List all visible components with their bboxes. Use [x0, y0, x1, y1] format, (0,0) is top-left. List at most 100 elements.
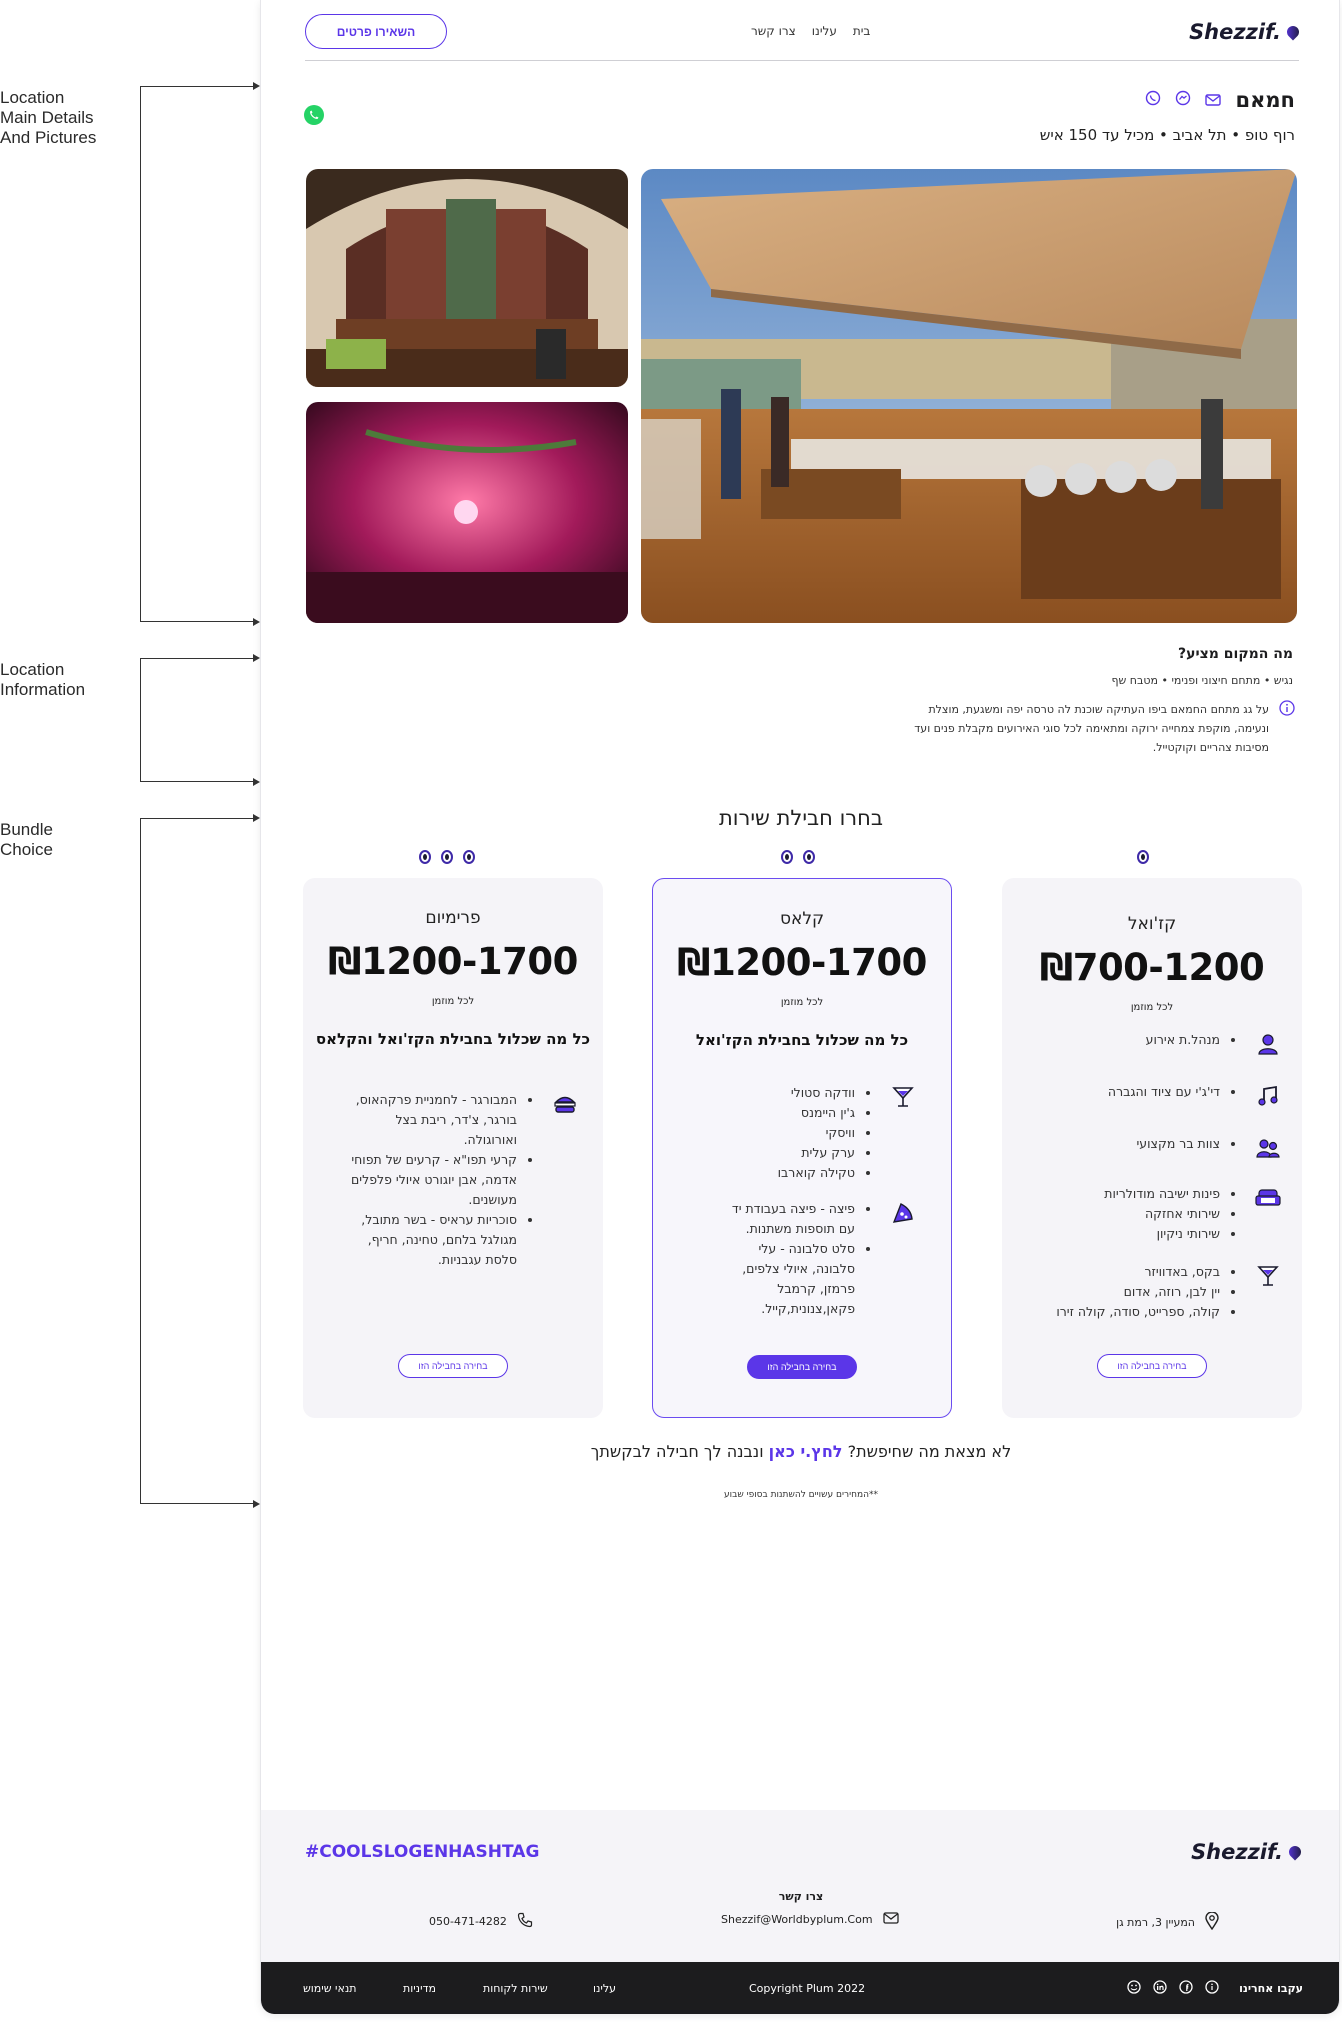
- annotation-bracket-main: [140, 86, 258, 622]
- leave-details-button[interactable]: השאירו פרטים: [305, 14, 447, 49]
- feature-item: המבורגר - לחמניית פרקהאוס, בורגר, צ'דר, …: [345, 1090, 517, 1150]
- annotation-bracket-info: [140, 658, 258, 782]
- whatsapp-icon[interactable]: [1145, 90, 1161, 110]
- bundle-title: קלאס: [779, 909, 825, 929]
- choose-casual-button[interactable]: בחירה בחבילה הזו: [1097, 1354, 1207, 1378]
- nav-contact[interactable]: צרו קשר: [751, 24, 796, 38]
- bundle-price: ₪1200-1700: [328, 940, 578, 983]
- feature-group: פיצה - פיצה בעבודת יד עם תוספות משתנות. …: [713, 1199, 917, 1319]
- arrow-icon: [253, 82, 260, 90]
- bundle-price: ₪1200-1700: [677, 941, 927, 984]
- footer-email[interactable]: Shezzif@Worldbyplum.Com: [721, 1912, 899, 1927]
- custom-bundle-line: לא מצאת מה שחיפשת? לחץ.י כאן ונבנה לך חב…: [261, 1442, 1339, 1461]
- bundle-per-guest: לכל מוזמן: [780, 997, 824, 1008]
- bundle-title: פרימיום: [425, 908, 481, 928]
- info-circle-icon[interactable]: [1205, 1979, 1219, 1998]
- drop-icon: [1137, 850, 1149, 864]
- feature-group: פינות ישיבה מודולריות שירותי אחזקה שירות…: [1104, 1184, 1282, 1244]
- feature-item: טקילה קוארבו: [778, 1163, 855, 1183]
- level-indicator-class: [781, 850, 815, 864]
- feature-item: וודקה סטולי: [778, 1083, 855, 1103]
- feature-item: צוות בר מקצועי: [1137, 1134, 1220, 1154]
- info-icon: [1279, 700, 1295, 720]
- phone-icon: [517, 1912, 533, 1931]
- mail-icon[interactable]: [1205, 91, 1222, 110]
- social-icons: [1127, 1979, 1219, 1998]
- bundle-card-casual[interactable]: קז'ואל ₪700-1200 לכל מוזמן מנהל.ת אירוע …: [1002, 878, 1302, 1418]
- feature-item: מנהל.ת אירוע: [1146, 1030, 1220, 1050]
- bundle-includes: כל מה שכלול בחבילת הקז'ואל: [695, 1031, 909, 1049]
- footer-logo[interactable]: Shezzif.: [1191, 1840, 1304, 1864]
- offer-description: על גג מתחם החמאם ביפו העתיקה שוכנת לה טר…: [914, 703, 1269, 754]
- feature-item: די'ג'י עם ציוד והגברה: [1108, 1082, 1220, 1102]
- drop-icon: [781, 850, 793, 864]
- drop-icon: [441, 850, 453, 864]
- venue-photo-main[interactable]: [641, 169, 1297, 623]
- arrow-icon: [253, 654, 260, 662]
- bundle-card-premium[interactable]: פרימיום ₪1200-1700 לכל מוזמן כל מה שכלול…: [303, 878, 603, 1418]
- bundle-title: קז'ואל: [1127, 914, 1177, 934]
- bundle-per-guest: לכל מוזמן: [431, 996, 475, 1007]
- drop-icon: [419, 850, 431, 864]
- mail-icon: [882, 1912, 899, 1927]
- nav-home[interactable]: בית: [853, 24, 871, 38]
- arrow-icon: [253, 618, 260, 626]
- footer-phone[interactable]: 050-471-4282: [429, 1912, 533, 1931]
- linkedin-icon[interactable]: [1153, 1979, 1167, 1998]
- feature-item: יין לבן, רוזה, אדום: [1056, 1282, 1220, 1302]
- feature-item: קרעי תפו"א - קרעים של תפוחי אדמה, אבן יו…: [345, 1150, 517, 1210]
- main-nav: בית עלינו צרו קשר: [751, 24, 870, 38]
- price-disclaimer: **המחירים עשויים להשתנות בסופי שבוע: [724, 1490, 878, 1500]
- choose-class-button[interactable]: בחירה בחבילה הזו: [747, 1355, 857, 1379]
- header-logo[interactable]: Shezzif.: [1189, 20, 1302, 44]
- feature-group: בקס, באדוויזר יין לבן, רוזה, אדום קולה, …: [1056, 1262, 1282, 1322]
- custom-bundle-link[interactable]: לחץ.י כאן: [769, 1442, 843, 1461]
- feature-item: וויסקי: [778, 1123, 855, 1143]
- annotation-main-details: Location Main Details And Pictures: [0, 88, 97, 147]
- custom-bundle-text: לא מצאת מה שחיפשת?: [847, 1442, 1012, 1461]
- bundle-card-class[interactable]: קלאס ₪1200-1700 לכל מוזמן כל מה שכלול בח…: [652, 878, 952, 1418]
- cocktail-icon: [1254, 1262, 1282, 1290]
- burger-icon: [551, 1090, 579, 1118]
- venue-photo-bar[interactable]: [306, 169, 628, 387]
- copyright: Copyright Plum 2022: [749, 1982, 866, 1995]
- feature-group: די'ג'י עם ציוד והגברה: [1108, 1082, 1282, 1110]
- email-text: Shezzif@Worldbyplum.Com: [721, 1913, 873, 1926]
- footer-hashtag: #COOLSLOGENHASHTAG: [305, 1842, 540, 1862]
- footer-link-terms[interactable]: תנאי שימוש: [303, 1982, 356, 1995]
- address-text: המעיין 3, רמת גן: [1116, 1916, 1195, 1929]
- facebook-icon[interactable]: [1179, 1979, 1193, 1998]
- bundle-price: ₪700-1200: [1039, 946, 1265, 989]
- annotation-bundle-choice: Bundle Choice: [0, 820, 53, 859]
- level-indicator-premium: [419, 850, 475, 864]
- logo-text: Shezzif.: [1191, 1840, 1283, 1864]
- whatsapp-float-icon[interactable]: [303, 104, 325, 130]
- arrow-icon: [253, 1500, 260, 1508]
- music-note-icon: [1254, 1082, 1282, 1110]
- arrow-icon: [253, 778, 260, 786]
- feature-item: שירותי אחזקה: [1104, 1204, 1220, 1224]
- follow-us-label: עקבו אחרינו: [1239, 1982, 1303, 1995]
- messenger-icon[interactable]: [1175, 90, 1191, 110]
- venue-photo-party[interactable]: [306, 402, 628, 623]
- smile-icon[interactable]: [1127, 1979, 1141, 1998]
- pizza-icon: [889, 1199, 917, 1227]
- annotation-location-info: Location Information: [0, 660, 86, 699]
- logo-text: Shezzif.: [1189, 20, 1281, 44]
- footer-link-policy[interactable]: מדיניות: [403, 1982, 436, 1995]
- logo-drop-icon: [1286, 1843, 1304, 1861]
- choose-premium-button[interactable]: בחירה בחבילה הזו: [398, 1354, 508, 1378]
- phone-text: 050-471-4282: [429, 1915, 507, 1928]
- nav-about[interactable]: עלינו: [812, 24, 837, 38]
- footer-link-customer-service[interactable]: שירות לקוחות: [483, 1982, 548, 1995]
- feature-group: המבורגר - לחמניית פרקהאוס, בורגר, צ'דר, …: [345, 1090, 579, 1270]
- logo-drop-icon: [1284, 23, 1302, 41]
- footer-bar: עקבו אחרינו Copyright Plum 2022 עלינו שי…: [261, 1962, 1339, 2014]
- custom-bundle-text-after: ונבנה לך חבילה לבקשתך: [590, 1442, 764, 1461]
- feature-item: סלט סלבונה - עלי סלבונה, איולי צלפים, פר…: [713, 1239, 855, 1319]
- offer-title: מה המקום מציע?: [1178, 646, 1293, 662]
- person-icon: [1254, 1030, 1282, 1058]
- footer-link-about[interactable]: עלינו: [593, 1982, 616, 1995]
- drop-icon: [463, 850, 475, 864]
- feature-item: סוכריות עראיס - בשר מתובל, מגולגל בלחם, …: [345, 1210, 517, 1270]
